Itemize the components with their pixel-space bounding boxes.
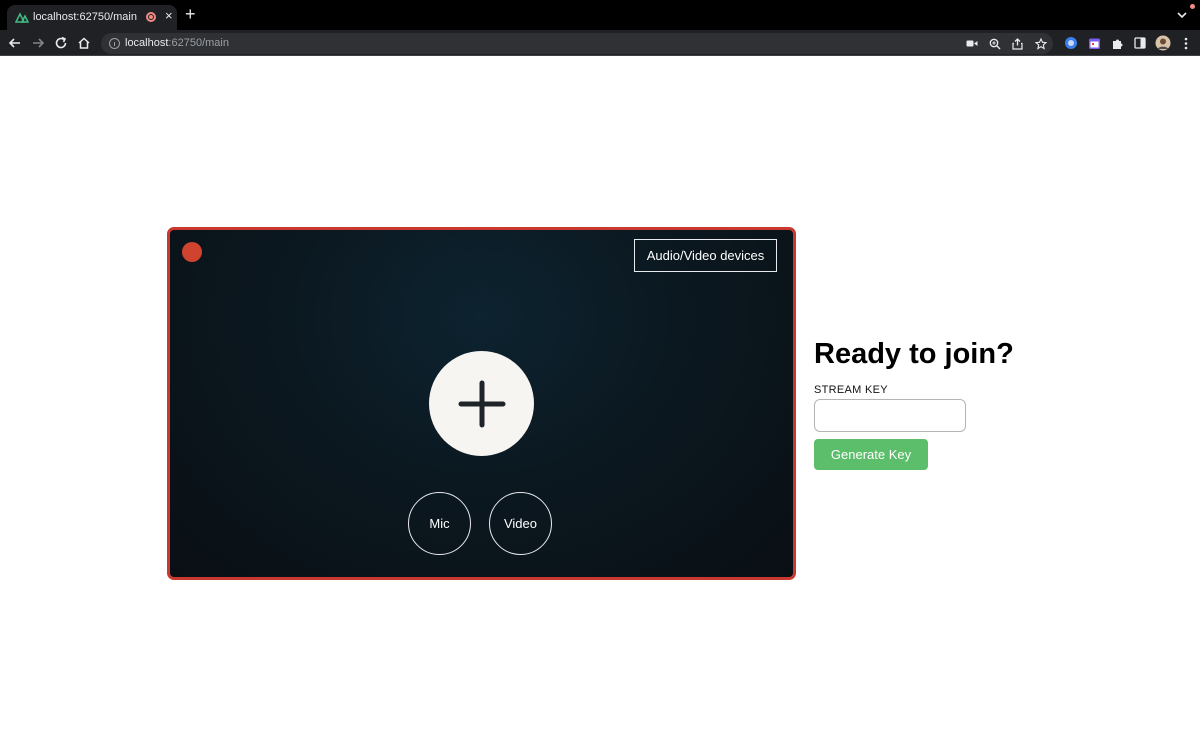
profile-avatar[interactable]	[1154, 34, 1172, 52]
forward-icon[interactable]	[29, 34, 47, 52]
browser-tab[interactable]: localhost:62750/main ×	[7, 5, 177, 30]
notification-dot	[1190, 4, 1195, 9]
generate-key-button[interactable]: Generate Key	[814, 439, 928, 470]
address-url: localhost:62750/main	[125, 37, 229, 49]
stream-key-input[interactable]	[814, 399, 966, 432]
vpn-extension-icon[interactable]	[1062, 34, 1080, 52]
address-bar-actions	[963, 35, 1049, 52]
recording-indicator-icon	[146, 12, 156, 22]
video-toggle-button[interactable]: Video	[489, 492, 552, 555]
extension-icon[interactable]	[1108, 34, 1126, 52]
video-preview-panel: Audio/Video devices Mic Video	[167, 227, 796, 580]
page-title: Ready to join?	[814, 338, 1014, 370]
stream-key-label: STREAM KEY	[814, 384, 888, 396]
add-media-button[interactable]	[429, 351, 534, 456]
back-icon[interactable]	[6, 34, 24, 52]
tab-title: localhost:62750/main	[33, 11, 137, 23]
tab-search-chevron-icon[interactable]	[1176, 9, 1188, 21]
side-panel-icon[interactable]	[1131, 34, 1149, 52]
mic-toggle-button[interactable]: Mic	[408, 492, 471, 555]
address-bar[interactable]: localhost:62750/main	[101, 33, 1053, 54]
bookmark-star-icon[interactable]	[1032, 35, 1049, 52]
camera-in-use-icon[interactable]	[963, 35, 980, 52]
share-icon[interactable]	[1009, 35, 1026, 52]
extensions-area	[1062, 34, 1195, 52]
browser-tab-bar: localhost:62750/main × +	[0, 0, 1200, 30]
browser-menu-icon[interactable]	[1177, 34, 1195, 52]
nuxt-favicon-icon	[15, 12, 29, 23]
new-tab-button[interactable]: +	[185, 5, 196, 23]
calendar-extension-icon[interactable]	[1085, 34, 1103, 52]
site-info-icon[interactable]	[109, 38, 120, 49]
recording-dot-icon	[182, 242, 202, 262]
zoom-icon[interactable]	[986, 35, 1003, 52]
browser-toolbar: localhost:62750/main	[0, 30, 1200, 56]
reload-icon[interactable]	[52, 34, 70, 52]
plus-icon	[458, 380, 505, 427]
join-panel: Ready to join? STREAM KEY Generate Key	[814, 338, 1074, 470]
home-icon[interactable]	[75, 34, 93, 52]
audio-video-devices-button[interactable]: Audio/Video devices	[634, 239, 777, 272]
tab-close-button[interactable]: ×	[165, 8, 173, 24]
